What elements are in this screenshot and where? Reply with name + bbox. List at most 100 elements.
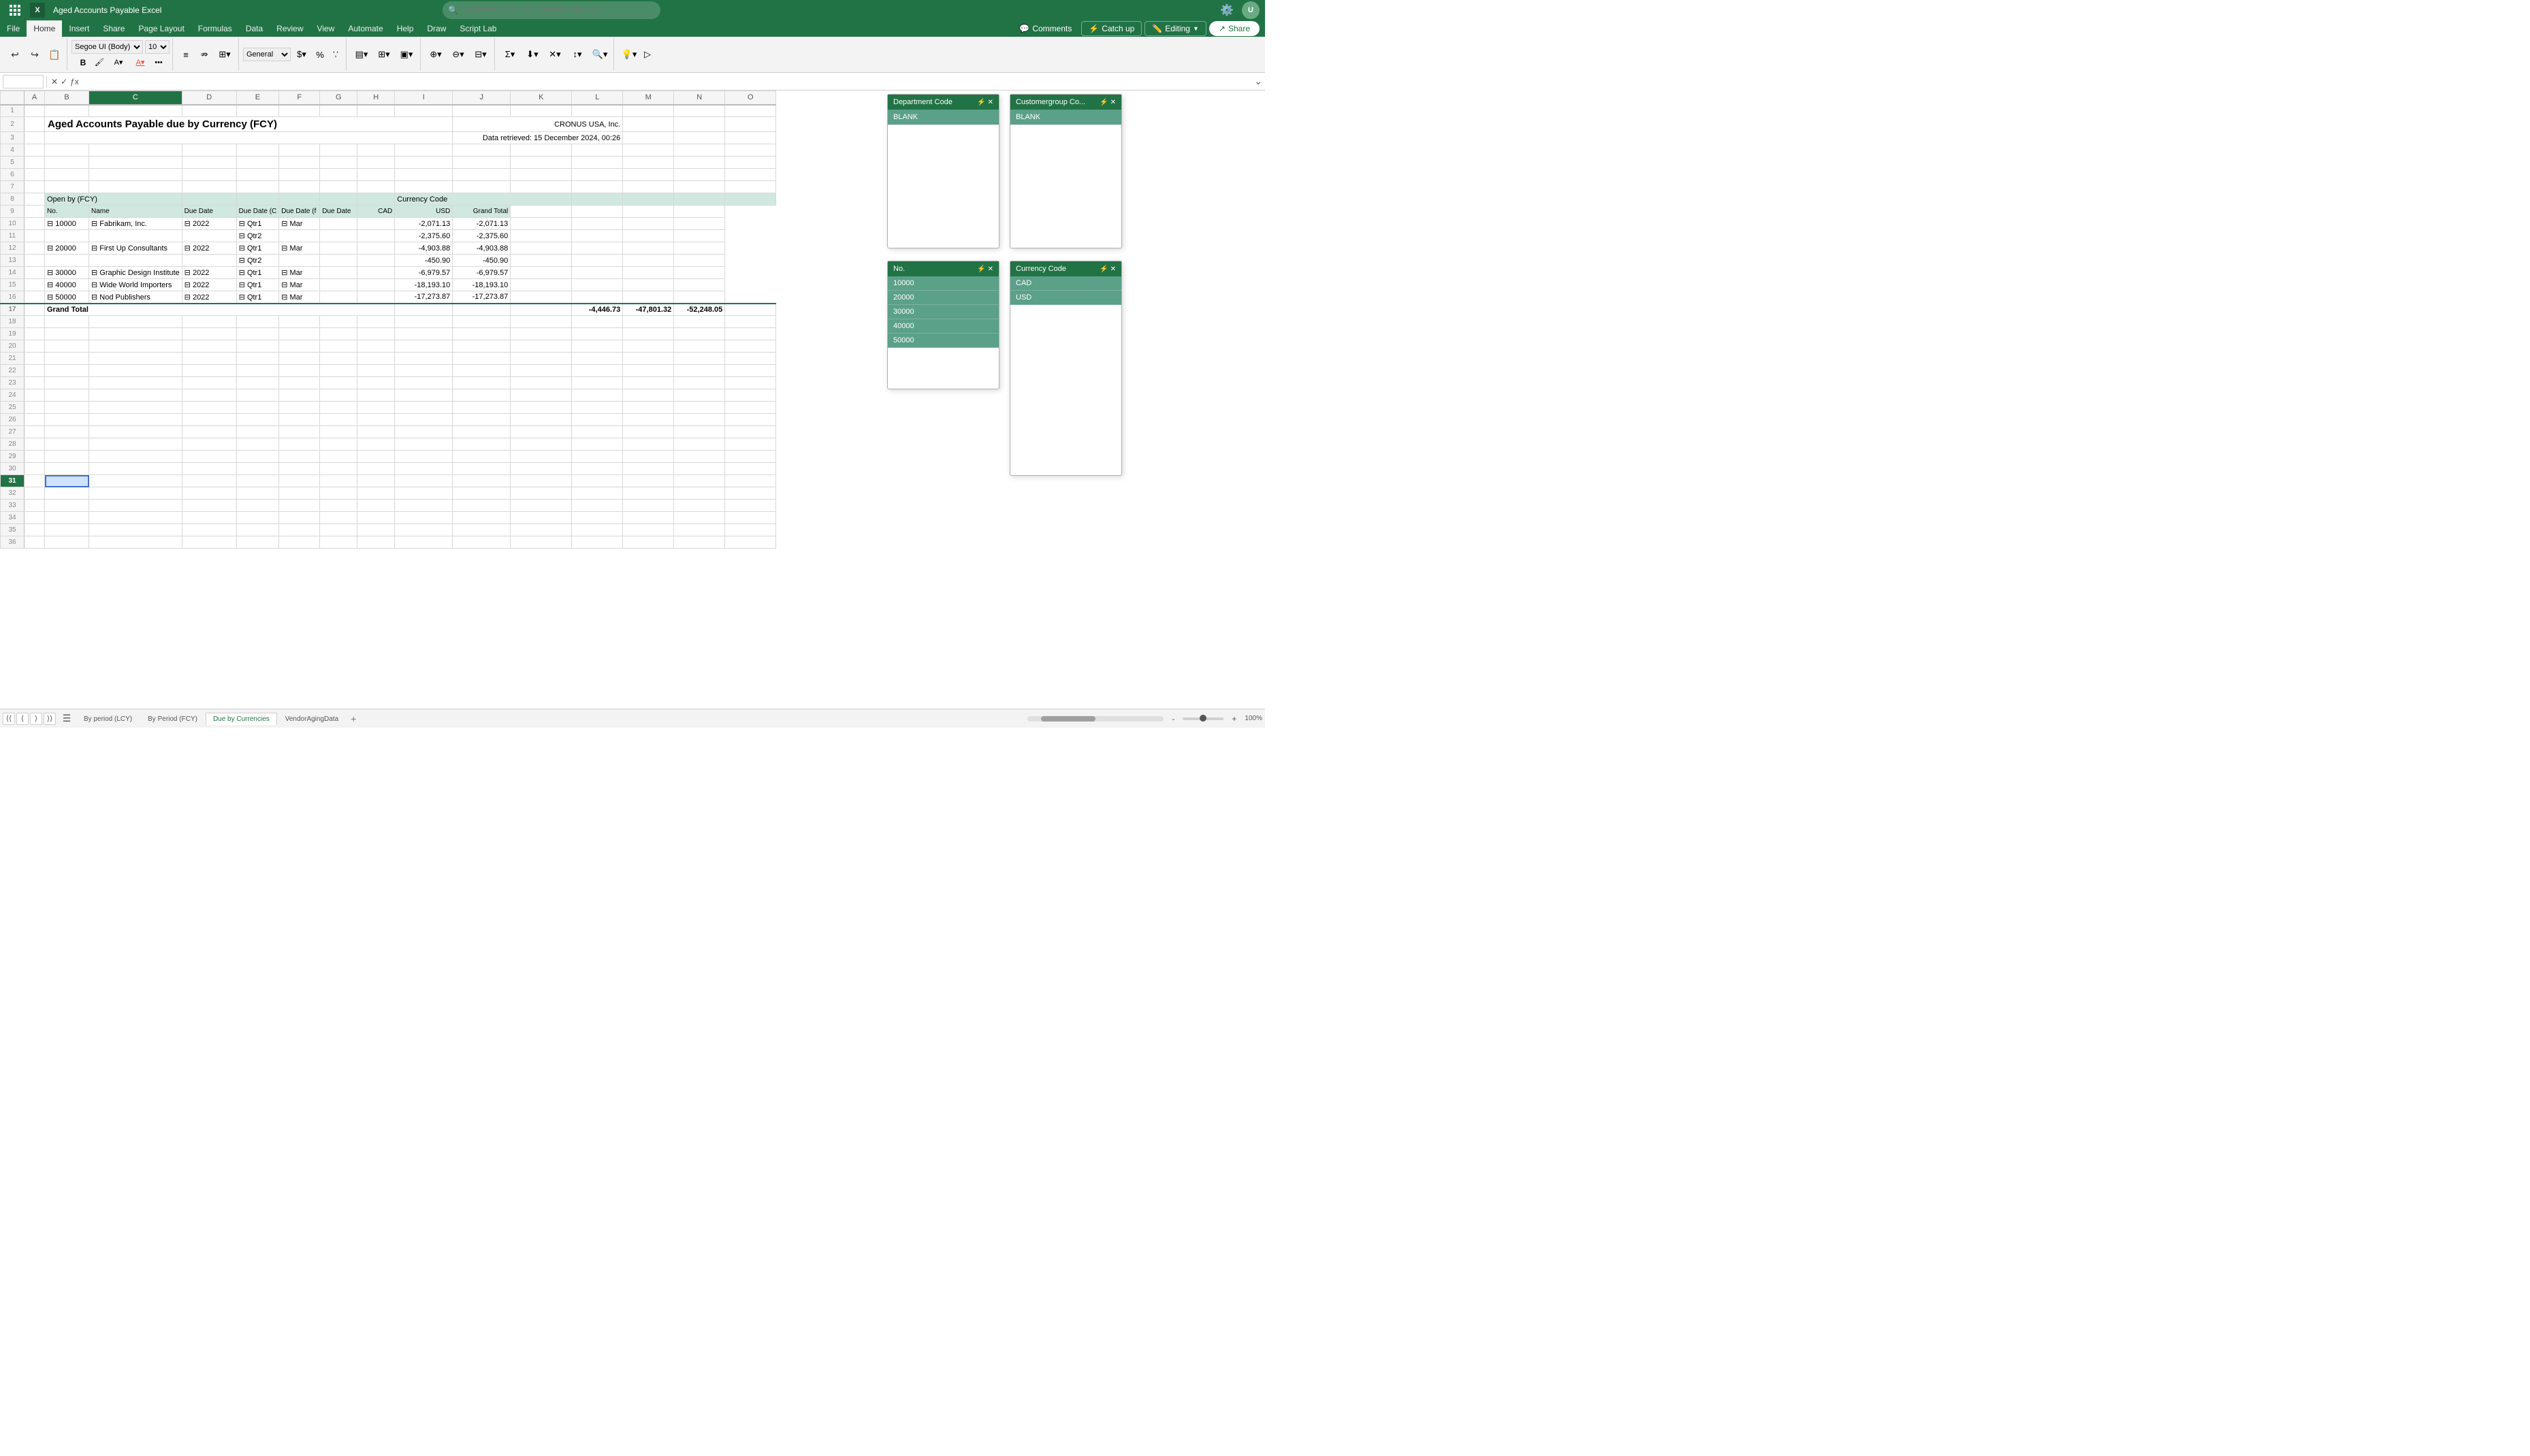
user-avatar[interactable]: U	[1242, 1, 1260, 19]
col-header-D[interactable]: D	[182, 91, 236, 105]
zoom-in-button[interactable]: +	[1232, 714, 1236, 724]
cell-total-10-1[interactable]: -2,071.13	[453, 218, 511, 230]
col-header-no[interactable]: No.	[45, 206, 89, 218]
cell-cad-10-2[interactable]	[357, 230, 395, 242]
cancel-formula-icon[interactable]: ✕	[50, 77, 59, 86]
slicer-no-20000[interactable]: 20000	[888, 291, 999, 305]
col-header-cad[interactable]: CAD	[357, 206, 395, 218]
format-cells-button[interactable]: ⊟▾	[470, 39, 492, 69]
highlight-color-button[interactable]: A▾	[108, 56, 129, 69]
bold-button[interactable]: B	[76, 56, 91, 69]
conditional-formatting-button[interactable]: ▤▾	[351, 39, 372, 69]
tab-script-lab[interactable]: Script Lab	[453, 20, 503, 37]
slicer-cg-clear-icon[interactable]: ✕	[1110, 99, 1116, 106]
slicer-customergroup-blank-item[interactable]: BLANK	[1010, 110, 1121, 125]
col-header-usd[interactable]: USD	[395, 206, 453, 218]
cell-qtr-10-1[interactable]: ⊟ Qtr1	[236, 218, 279, 230]
tab-nav-right[interactable]: ⟩	[30, 713, 42, 725]
col-header-H[interactable]: H	[357, 91, 395, 105]
fill-button[interactable]: ⬇▾	[522, 39, 543, 69]
tab-formulas[interactable]: Formulas	[191, 20, 239, 37]
autosum-button[interactable]: Σ▾	[499, 39, 521, 69]
cell-name-box[interactable]: C31	[3, 75, 44, 88]
delete-cells-button[interactable]: ⊖▾	[447, 39, 469, 69]
col-header-due-date[interactable]: Due Date	[182, 206, 236, 218]
cell-M3[interactable]	[623, 132, 674, 144]
percent-button[interactable]: %	[313, 39, 327, 69]
cell-O3[interactable]	[725, 132, 776, 144]
catchup-button[interactable]: ⚡ Catch up	[1081, 21, 1142, 36]
cell-J3[interactable]: Data retrieved: 15 December 2024, 00:26	[453, 132, 623, 144]
slicer-filter-icon[interactable]: ⚡	[977, 99, 985, 106]
add-sheet-button[interactable]: +	[347, 711, 360, 726]
cell-N3[interactable]	[674, 132, 725, 144]
undo-button[interactable]: ↩	[5, 39, 25, 69]
font-name-selector[interactable]: Segoe UI (Body)	[71, 40, 143, 54]
slicer-no-40000[interactable]: 40000	[888, 319, 999, 334]
slicer-cur-clear-icon[interactable]: ✕	[1110, 265, 1116, 273]
clear-button[interactable]: ✕▾	[544, 39, 566, 69]
cell-year-10-1[interactable]: ⊟ 2022	[182, 218, 236, 230]
comments-button[interactable]: 💬 Comments	[1012, 22, 1078, 35]
merge-cells-button[interactable]: ⊞▾	[214, 39, 236, 69]
tab-menu-icon[interactable]: ☰	[60, 712, 74, 726]
tab-view[interactable]: View	[310, 20, 342, 37]
format-painter-button[interactable]: 🖌	[92, 56, 107, 69]
zoom-slider[interactable]	[1183, 717, 1223, 720]
tab-nav-right-right[interactable]: ⟩⟩	[44, 713, 56, 725]
col-header-grand-total[interactable]: Grand Total	[453, 206, 511, 218]
wrap-text-button[interactable]: ⇏	[195, 39, 213, 69]
cell-N1[interactable]	[674, 105, 725, 117]
ideas-button[interactable]: 💡▾	[618, 39, 640, 69]
formula-input[interactable]	[80, 78, 1254, 86]
cell-F1[interactable]	[279, 105, 320, 117]
slicer-no-10000[interactable]: 10000	[888, 276, 999, 291]
tab-page-layout[interactable]: Page Layout	[131, 20, 191, 37]
formula-expand-icon[interactable]: ⌄	[1254, 76, 1262, 87]
find-select-button[interactable]: 🔍▾	[589, 39, 611, 69]
tab-nav-left[interactable]: ⟨	[16, 713, 29, 725]
col-header-due-date-f[interactable]: Due Date (f	[279, 206, 320, 218]
editing-button[interactable]: ✏️ Editing ▼	[1144, 21, 1206, 36]
slicer-cg-filter-icon[interactable]: ⚡	[1100, 99, 1108, 106]
slicer-no-50000[interactable]: 50000	[888, 334, 999, 348]
cell-B3[interactable]	[45, 132, 453, 144]
tab-file[interactable]: File	[0, 20, 27, 37]
tab-automate[interactable]: Automate	[341, 20, 389, 37]
cell-name-fabrikam[interactable]: ⊟ Fabrikam, Inc.	[89, 218, 182, 230]
grand-total-total[interactable]: -52,248.05	[674, 304, 725, 316]
sort-filter-button[interactable]: ↕▾	[566, 39, 588, 69]
cell-G1[interactable]	[320, 105, 357, 117]
share-button[interactable]: ↗ Share	[1209, 21, 1260, 36]
sheet-horizontal-scroll[interactable]	[1027, 716, 1164, 722]
cell-C1[interactable]	[89, 105, 182, 117]
tab-help[interactable]: Help	[390, 20, 421, 37]
grand-total-usd[interactable]: -47,801.32	[623, 304, 674, 316]
col-header-due-date2[interactable]: Due Date	[320, 206, 357, 218]
cell-qtr-10-2[interactable]: ⊟ Qtr2	[236, 230, 279, 242]
cell-no-10000[interactable]: ⊟ 10000	[45, 218, 89, 230]
col-header-G[interactable]: G	[320, 91, 357, 105]
col-header-I[interactable]: I	[395, 91, 453, 105]
col-header-E[interactable]: E	[236, 91, 279, 105]
cell-A3[interactable]	[25, 132, 45, 144]
cell-usd-10-1[interactable]: -2,071.13	[395, 218, 453, 230]
cell-M2[interactable]	[623, 117, 674, 132]
sheet-tab-vendor-aging[interactable]: VendorAgingData	[278, 713, 346, 725]
redo-button[interactable]: ↪	[25, 39, 44, 69]
more-ribbon-btn[interactable]: ▷	[641, 39, 654, 69]
col-header-due-date-c[interactable]: Due Date (C	[236, 206, 279, 218]
col-header-B[interactable]: B	[45, 91, 89, 105]
search-input[interactable]	[443, 1, 660, 19]
cell-H1[interactable]	[357, 105, 395, 117]
format-as-table-button[interactable]: ⊞▾	[373, 39, 395, 69]
comma-button[interactable]: ','	[328, 39, 343, 69]
confirm-formula-icon[interactable]: ✓	[59, 77, 69, 86]
insert-cells-button[interactable]: ⊕▾	[425, 39, 447, 69]
tab-insert[interactable]: Insert	[62, 20, 96, 37]
cell-K1[interactable]	[511, 105, 572, 117]
more-font-options[interactable]: •••	[152, 56, 165, 69]
insert-function-icon[interactable]: ƒx	[69, 77, 80, 86]
tab-data[interactable]: Data	[239, 20, 270, 37]
zoom-out-button[interactable]: -	[1172, 714, 1174, 724]
